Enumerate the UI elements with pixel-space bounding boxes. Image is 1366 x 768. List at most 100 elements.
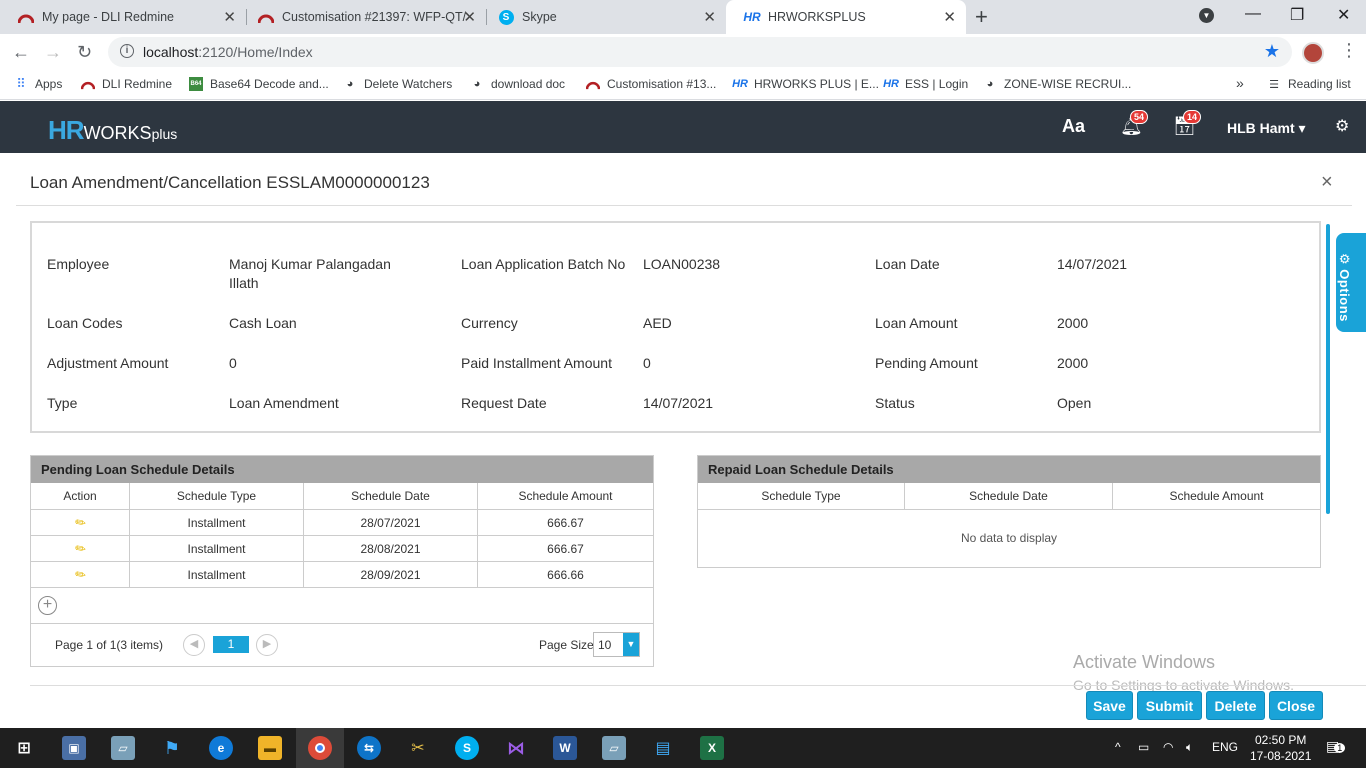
bookmark-dli-redmine[interactable]: DLI Redmine — [81, 77, 172, 91]
site-info-icon[interactable]: i — [120, 44, 134, 58]
redmine-icon — [18, 9, 34, 25]
excel-icon[interactable]: X — [700, 736, 724, 760]
teamviewer-icon[interactable]: ⇆ — [357, 736, 381, 760]
edge-icon[interactable]: e — [209, 736, 233, 760]
reload-icon[interactable]: ↻ — [77, 42, 92, 63]
skype-icon[interactable]: S — [455, 736, 479, 760]
browser-tab-redmine[interactable]: My page - DLI Redmine ✕ — [0, 0, 246, 34]
bookmark-download-doc[interactable]: ◕ download doc — [470, 77, 565, 91]
type-value: Loan Amendment — [229, 395, 339, 411]
new-tab-icon[interactable]: + — [975, 4, 988, 30]
maximize-icon[interactable]: ❐ — [1290, 5, 1304, 25]
browser-tab-customisation[interactable]: Customisation #21397: WFP-QT/ ✕ — [240, 0, 486, 34]
prev-page-icon[interactable]: ◀ — [183, 634, 205, 656]
font-size-icon[interactable]: Aa — [1062, 116, 1085, 137]
bookmark-ess-login[interactable]: HR ESS | Login — [883, 77, 968, 91]
browser-tab-hrworks[interactable]: HR HRWORKSPLUS ✕ — [726, 0, 966, 34]
submit-button[interactable]: Submit — [1137, 691, 1202, 720]
loan-codes-value: Cash Loan — [229, 315, 297, 331]
close-tab-icon[interactable]: ✕ — [703, 8, 716, 26]
close-tab-icon[interactable]: ✕ — [463, 8, 476, 26]
close-button[interactable]: Close — [1269, 691, 1323, 720]
loan-info-panel: Employee Manoj Kumar Palangadan Illath L… — [30, 221, 1321, 433]
app-icon[interactable]: ▱ — [111, 736, 135, 760]
column-header[interactable]: Schedule Amount — [1113, 483, 1320, 509]
language-indicator[interactable]: ENG — [1212, 740, 1238, 754]
delete-button[interactable]: Delete — [1206, 691, 1265, 720]
clock[interactable]: 02:50 PM 17-08-2021 — [1250, 732, 1311, 764]
column-header[interactable]: Schedule Amount — [478, 483, 653, 509]
chart-app-icon[interactable]: ▤ — [651, 736, 675, 760]
hrworks-logo[interactable]: HRWORKSplus — [48, 115, 177, 146]
tab-title: Skype — [522, 10, 557, 24]
user-menu[interactable]: HLB Hamt ▾ — [1227, 120, 1306, 137]
forward-icon[interactable]: → — [44, 42, 62, 63]
tools-icon[interactable]: ✂ — [406, 736, 430, 760]
page-scrollbar[interactable] — [1326, 224, 1330, 514]
calendar-task-icon[interactable]: 📅︎ 14 — [1173, 110, 1202, 137]
browser-menu-icon[interactable]: ⋮ — [1340, 40, 1358, 61]
column-header[interactable]: Schedule Date — [304, 483, 478, 509]
current-page-button[interactable]: 1 — [213, 636, 249, 653]
options-label: ⚙ Options — [1337, 253, 1352, 322]
page-info: Page 1 of 1(3 items) — [55, 638, 164, 652]
settings-gear-icon[interactable]: ⚙ — [1335, 116, 1349, 136]
bookmark-base64[interactable]: B64 Base64 Decode and... — [189, 77, 329, 91]
browser-tab-skype[interactable]: S Skype ✕ — [480, 0, 726, 34]
wifi-icon[interactable]: ◠ — [1163, 740, 1173, 754]
bookmark-star-icon[interactable]: ★ — [1264, 41, 1280, 62]
show-hidden-icons[interactable]: ^ — [1115, 740, 1121, 754]
edit-pencil-icon[interactable]: ✏ — [73, 566, 86, 584]
close-window-icon[interactable]: ✕ — [1337, 5, 1350, 25]
bookmarks-overflow[interactable]: » — [1236, 75, 1244, 91]
save-button[interactable]: Save — [1086, 691, 1133, 720]
schedule-date-cell: 28/07/2021 — [304, 510, 478, 535]
column-header[interactable]: Action — [31, 483, 130, 509]
grid-title: Pending Loan Schedule Details — [31, 456, 653, 483]
profile-avatar[interactable] — [1302, 42, 1324, 64]
edit-pencil-icon[interactable]: ✏ — [73, 514, 86, 532]
close-dialog-icon[interactable]: × — [1321, 171, 1333, 194]
word-icon[interactable]: W — [553, 736, 577, 760]
options-tab[interactable]: ⚙ Options — [1336, 233, 1366, 332]
loan-amount-value: 2000 — [1057, 315, 1089, 331]
minimize-icon[interactable]: — — [1245, 5, 1261, 23]
add-row-icon[interactable]: + — [38, 596, 57, 615]
schedule-type-cell: Installment — [130, 510, 304, 535]
bookmark-delete-watchers[interactable]: ◕ Delete Watchers — [343, 77, 453, 91]
column-header[interactable]: Schedule Type — [698, 483, 905, 509]
reading-list[interactable]: ☰ Reading list — [1267, 77, 1351, 91]
tab-search-icon[interactable]: ▼ — [1199, 8, 1214, 23]
currency-value: AED — [643, 315, 672, 331]
redmine-icon — [81, 77, 95, 91]
url-text[interactable]: localhost:2120/Home/Index — [143, 44, 313, 60]
globe-icon: ◕ — [473, 78, 481, 90]
bookmark-apps[interactable]: ⠿ Apps — [14, 76, 62, 91]
chrome-icon[interactable] — [308, 736, 332, 760]
column-header[interactable]: Schedule Date — [905, 483, 1113, 509]
people-icon[interactable]: ⚑ — [160, 736, 184, 760]
app-icon[interactable]: ▱ — [602, 736, 626, 760]
batch-label: Loan Application Batch No — [461, 256, 626, 272]
close-tab-icon[interactable]: ✕ — [223, 8, 236, 26]
visual-studio-icon[interactable]: ⋈ — [504, 736, 528, 760]
column-header[interactable]: Schedule Type — [130, 483, 304, 509]
close-tab-icon[interactable]: ✕ — [943, 8, 956, 26]
edit-pencil-icon[interactable]: ✏ — [73, 540, 86, 558]
chevron-down-icon[interactable]: ▼ — [623, 633, 639, 656]
page-size-select[interactable]: 10 ▼ — [593, 632, 640, 657]
omnibox[interactable]: i localhost:2120/Home/Index ★ — [108, 37, 1292, 67]
file-explorer-icon[interactable]: ▬ — [258, 736, 282, 760]
volume-icon[interactable]: 🔈︎ — [1186, 740, 1193, 755]
bookmark-customisation[interactable]: Customisation #13... — [586, 77, 716, 91]
tab-title: HRWORKSPLUS — [768, 10, 866, 24]
notification-bell-icon[interactable]: 🔔︎ 54 — [1120, 110, 1149, 137]
windows-start-icon[interactable]: ⊞ — [12, 736, 36, 760]
back-icon[interactable]: ← — [12, 42, 30, 63]
network-icon[interactable]: ▭ — [1138, 740, 1149, 754]
action-center-icon[interactable]: ▤1 — [1326, 738, 1346, 755]
next-page-icon[interactable]: ▶ — [256, 634, 278, 656]
computer-icon[interactable]: ▣ — [62, 736, 86, 760]
bookmark-zone-wise[interactable]: ◕ ZONE-WISE RECRUI... — [983, 77, 1132, 91]
bookmark-hrworks-plus[interactable]: HR HRWORKS PLUS | E... — [732, 77, 879, 91]
